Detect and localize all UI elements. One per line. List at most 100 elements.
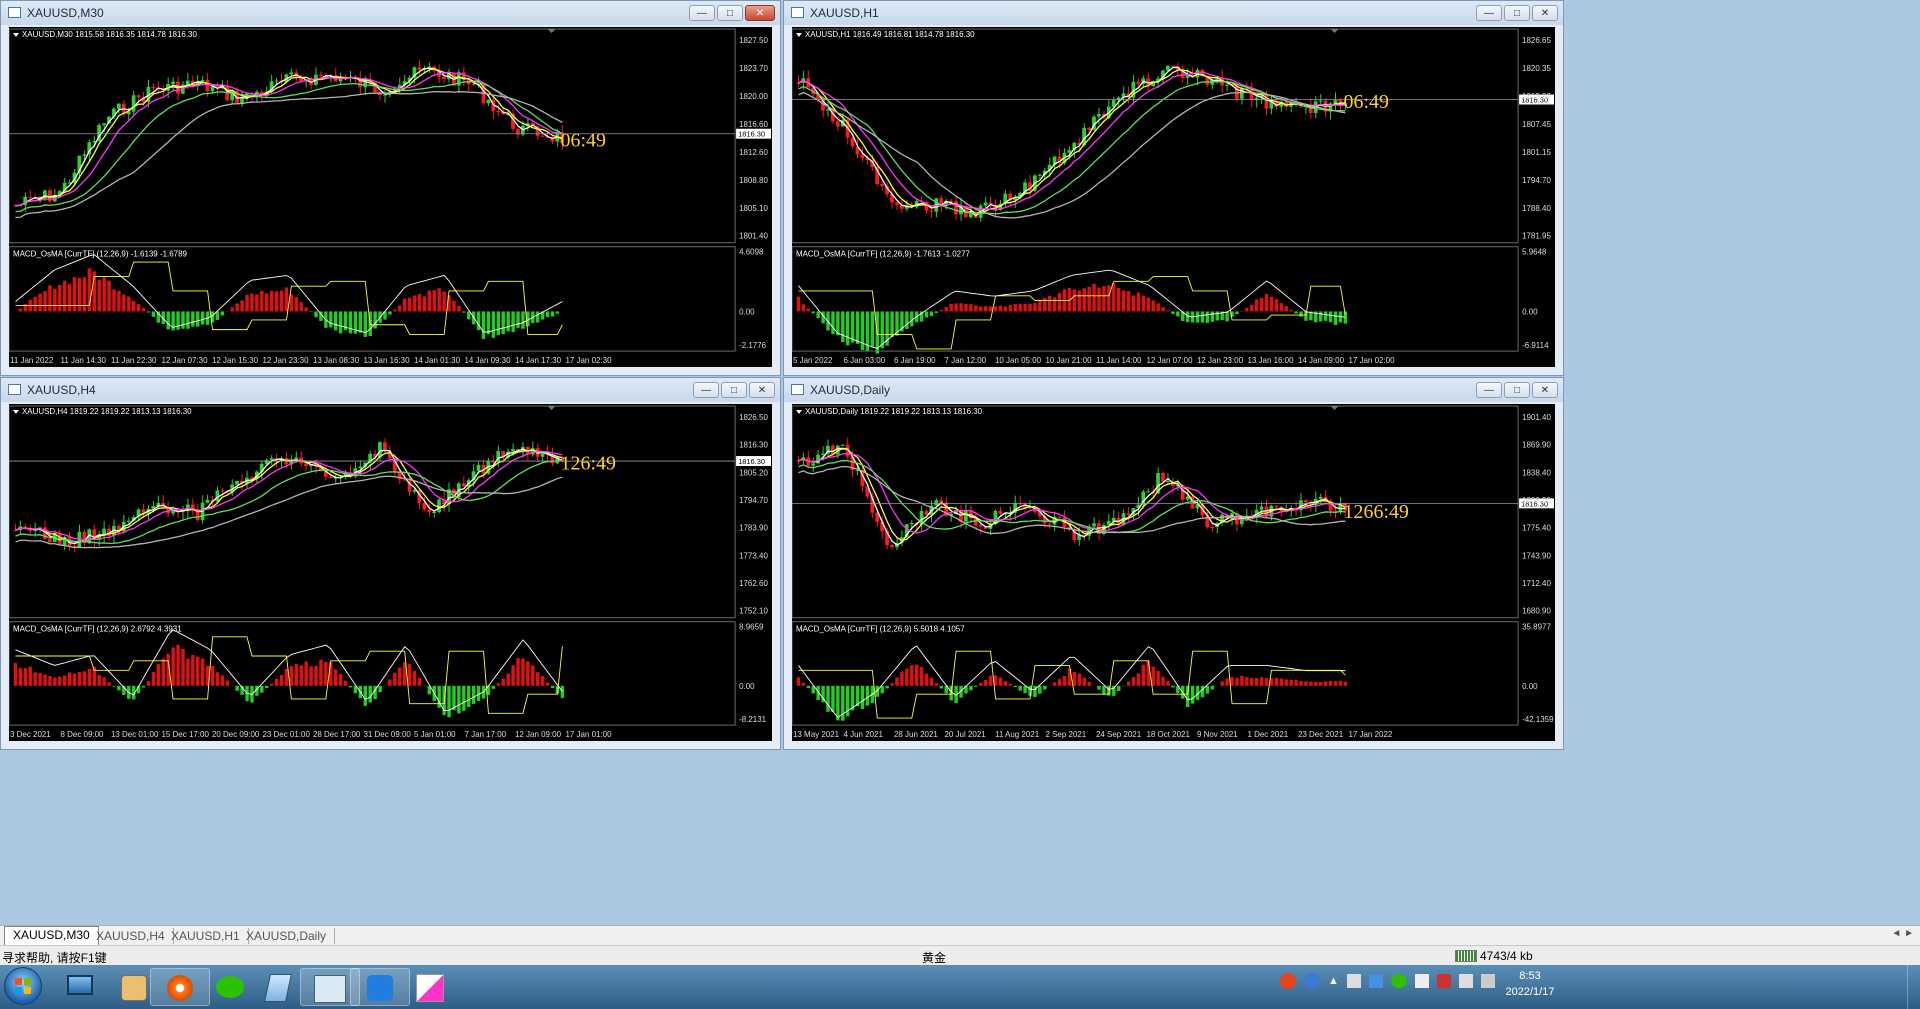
- candle-body: [383, 94, 387, 96]
- time-tick-label: 5 Jan 2022: [793, 356, 833, 365]
- maximize-button[interactable]: □: [1504, 382, 1530, 398]
- candle-body: [442, 76, 446, 80]
- chart-canvas: 1816.30 1826.50 1816.30 1805.20 1794.70 1783.…: [9, 405, 772, 739]
- candle-body: [796, 83, 801, 84]
- chart-plot-area[interactable]: 1816.30 1826.65 1820.35 1813.90 1807.45 1801.…: [792, 27, 1555, 367]
- bar-countdown-timer: 1266:49: [1344, 501, 1409, 523]
- time-tick-label: 23 Dec 2021: [1298, 730, 1344, 739]
- taskbar-chart-app[interactable]: [400, 968, 460, 1006]
- price-tick-label: 1816.60: [739, 120, 768, 129]
- ma-white-line: [15, 448, 563, 545]
- macd-tick-label: -6.9114: [1522, 341, 1549, 350]
- start-button[interactable]: [4, 967, 42, 1005]
- taskbar-show-desktop[interactable]: [50, 968, 110, 1006]
- flag-icon[interactable]: [1436, 974, 1451, 988]
- chart-window-m30[interactable]: XAUUSD,M30 — □ ✕ 1816.30 1827.50 1823.70 1820…: [0, 0, 781, 376]
- macd-tick-label: 4.6098: [739, 248, 764, 257]
- sogou-icon[interactable]: [1280, 973, 1296, 989]
- minimize-button[interactable]: —: [689, 5, 715, 21]
- speaker-muted-icon[interactable]: [1458, 974, 1473, 988]
- chart-plot-area[interactable]: 1816.30 1901.40 1869.90 1838.40 1806.90 1775.…: [792, 404, 1555, 741]
- candle-body: [954, 201, 958, 215]
- ma-green-line: [798, 459, 1346, 534]
- tab-xauusd-h4[interactable]: XAUUSD,H4: [88, 928, 174, 944]
- candle-body: [28, 196, 32, 198]
- candle-body: [318, 74, 323, 77]
- macd-tick-label: 0.00: [739, 682, 755, 691]
- price-tick-label: 1808.80: [739, 176, 768, 185]
- minimize-button[interactable]: —: [693, 382, 719, 398]
- bar-countdown-timer: 06:49: [561, 130, 606, 152]
- chart-plot-area[interactable]: 1816.30 1826.50 1816.30 1805.20 1794.70 1783.…: [9, 404, 772, 741]
- candle-body: [811, 463, 815, 466]
- volume-icon[interactable]: [1414, 974, 1429, 988]
- window-title: XAUUSD,H1: [810, 6, 879, 20]
- network-icon[interactable]: [1346, 974, 1361, 988]
- candle-body: [1318, 496, 1323, 499]
- tab-xauusd-daily[interactable]: XAUUSD,Daily: [238, 928, 336, 944]
- close-button[interactable]: ✕: [745, 5, 775, 21]
- price-tick-label: 1807.45: [1522, 120, 1551, 129]
- time-tick-label: 3 Dec 2021: [10, 730, 51, 739]
- monitor-icon: [67, 975, 93, 995]
- candle-body: [1170, 65, 1175, 67]
- time-tick-label: 31 Dec 09:00: [363, 730, 411, 739]
- window-titlebar[interactable]: XAUUSD,H1 — □ ✕: [784, 1, 1563, 25]
- chart-window-daily[interactable]: XAUUSD,Daily — □ ✕ 1816.30 1901.40 1869.90 18…: [783, 377, 1564, 750]
- candle-body: [1047, 523, 1052, 525]
- price-tick-label: 1820.35: [1522, 64, 1551, 73]
- shield-icon[interactable]: [1368, 974, 1383, 988]
- candle-body: [1274, 505, 1279, 507]
- chart-menu-triangle-icon: [12, 409, 19, 414]
- chart-menu-triangle-icon: [795, 409, 802, 414]
- close-button[interactable]: ✕: [1532, 5, 1558, 21]
- candle-body: [422, 502, 427, 510]
- time-tick-label: 17 Jan 02:00: [1348, 356, 1395, 365]
- candle-body: [929, 210, 934, 212]
- minimize-button[interactable]: —: [1476, 382, 1502, 398]
- time-tick-label: 17 Jan 2022: [1348, 730, 1392, 739]
- candle-body: [1185, 496, 1190, 500]
- window-titlebar[interactable]: XAUUSD,Daily — □ ✕: [784, 378, 1563, 402]
- time-tick-label: 14 Jan 01:30: [414, 356, 461, 365]
- tab-scroll-arrows[interactable]: ◄ ►: [1891, 928, 1914, 939]
- minimize-button[interactable]: —: [1476, 5, 1502, 21]
- close-button[interactable]: ✕: [749, 382, 775, 398]
- candle-body: [417, 67, 422, 70]
- show-desktop-strip[interactable]: [1907, 965, 1920, 1009]
- price-tick-label: 1794.70: [739, 496, 768, 505]
- tray-clock[interactable]: 8:53 2022/1/17: [1495, 968, 1565, 1000]
- taskbar-notepad[interactable]: [248, 968, 308, 1006]
- time-tick-label: 10 Jan 05:00: [995, 356, 1042, 365]
- signal-icon[interactable]: [1480, 974, 1495, 988]
- candle-body: [934, 500, 939, 506]
- maximize-button[interactable]: □: [717, 5, 743, 21]
- time-tick-label: 24 Sep 2021: [1096, 730, 1142, 739]
- tab-xauusd-m30[interactable]: XAUUSD,M30: [4, 926, 99, 945]
- chart-window-h1[interactable]: XAUUSD,H1 — □ ✕ 1816.30 1826.65 1820.35 1813.…: [783, 0, 1564, 376]
- close-button[interactable]: ✕: [1532, 382, 1558, 398]
- price-tick-label: 1806.90: [1522, 496, 1551, 505]
- window-titlebar[interactable]: XAUUSD,M30 — □ ✕: [1, 1, 780, 25]
- candle-body: [461, 483, 466, 487]
- clock-time: 8:53: [1519, 970, 1541, 982]
- maximize-button[interactable]: □: [1504, 5, 1530, 21]
- candle-body: [860, 154, 865, 159]
- chart-window-h4[interactable]: XAUUSD,H4 — □ ✕ 1816.30 1826.50 1816.30 1805.…: [0, 377, 781, 750]
- system-tray: ▲: [1280, 973, 1495, 989]
- time-tick-label: 14 Jan 17:30: [515, 356, 562, 365]
- price-tick-label: 1823.70: [739, 64, 768, 73]
- time-tick-label: 14 Jan 09:30: [464, 356, 511, 365]
- time-tick-label: 20 Jul 2021: [944, 730, 986, 739]
- price-tick-label: 1826.65: [1522, 36, 1551, 45]
- trading-terminal-icon: [314, 975, 346, 1003]
- tray-expand-icon[interactable]: ▲: [1328, 975, 1339, 987]
- tab-xauusd-h1[interactable]: XAUUSD,H1: [163, 928, 249, 944]
- window-titlebar[interactable]: XAUUSD,H4 — □ ✕: [1, 378, 780, 402]
- help-icon[interactable]: [1304, 973, 1320, 989]
- chart-canvas: 1816.301826.651820.351813.901807.451801.…: [792, 28, 1555, 365]
- chart-plot-area[interactable]: 1816.30 1827.50 1823.70 1820.00 1816.60 1812.…: [9, 27, 772, 367]
- app-orange-icon: [167, 975, 193, 1001]
- wechat-tray-icon[interactable]: [1390, 974, 1407, 988]
- maximize-button[interactable]: □: [721, 382, 747, 398]
